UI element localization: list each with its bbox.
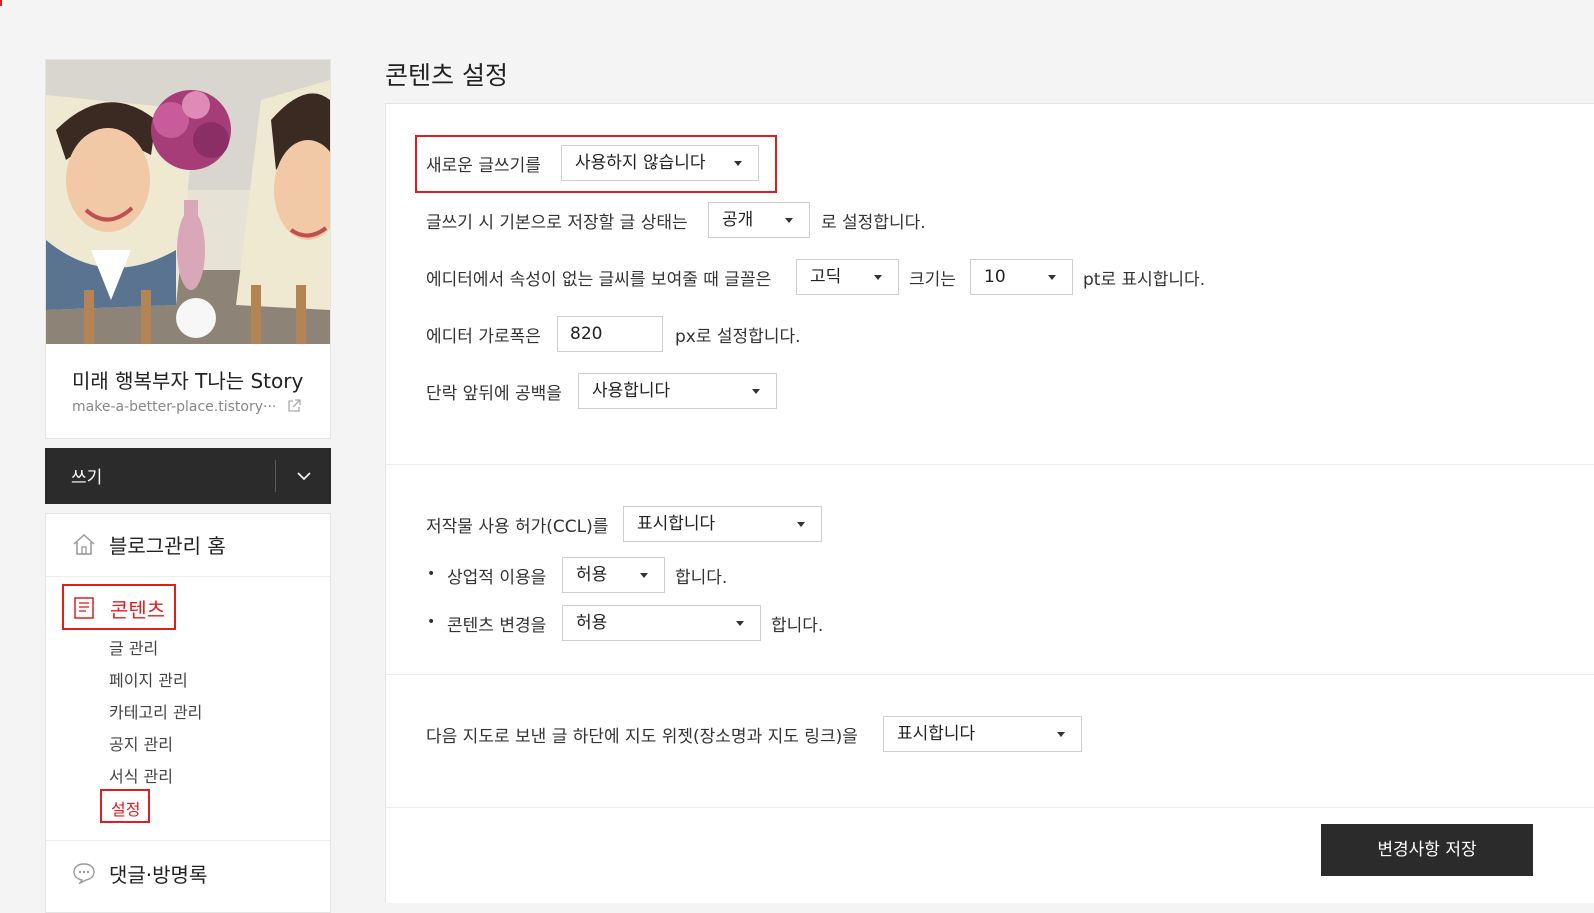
submenu-settings-label: 설정 [111,800,141,819]
modify-select[interactable]: 허용 [562,605,761,641]
default-status-select[interactable]: 공개 [708,202,810,238]
commercial-use-label: 상업적 이용을 [447,568,547,588]
ccl-select[interactable]: 표시합니다 [623,506,822,542]
select-value: 표시합니다 [637,514,716,534]
submenu-template-manage[interactable]: 서식 관리 [109,763,173,787]
editor-width-suffix: px로 설정합니다. [675,327,801,347]
editor-width-input[interactable]: 820 [557,316,663,352]
settings-panel: 새로운 글쓰기를 사용하지 않습니다 글쓰기 시 기본으로 저장할 글 상태는 … [385,103,1594,903]
default-status-suffix: 로 설정합니다. [821,213,926,233]
caret-down-icon [874,275,882,280]
font-label: 에디터에서 속성이 없는 글씨를 보여줄 때 글꼴은 [426,270,772,290]
menu-item-label: 댓글·방명록 [109,863,208,887]
commercial-use-suffix: 합니다. [675,568,728,588]
save-changes-button[interactable]: 변경사항 저장 [1321,824,1533,876]
corner-mark [0,0,2,6]
select-value: 공개 [722,210,754,230]
section-divider [386,674,1594,675]
ccl-label: 저작물 사용 허가(CCL)를 [426,517,609,537]
default-status-label: 글쓰기 시 기본으로 저장할 글 상태는 [426,213,688,233]
menu-item-label: 콘텐츠 [110,598,166,622]
blog-title[interactable]: 미래 행복부자 T나는 Story [72,365,303,394]
chevron-down-icon [296,472,311,480]
document-icon [74,597,94,623]
section-divider [386,807,1594,808]
write-button[interactable]: 쓰기 [71,463,102,488]
select-value: 사용합니다 [592,381,671,401]
menu-item-contents[interactable]: 콘텐츠 [62,584,176,630]
font-size-select[interactable]: 10 [970,259,1073,295]
profile-photo[interactable] [46,60,330,344]
profile-card: 미래 행복부자 T나는 Story make-a-better-place.ti… [45,59,331,439]
page-title: 콘텐츠 설정 [385,61,508,90]
paragraph-spacing-label: 단락 앞뒤에 공백을 [426,384,562,404]
caret-down-icon [734,161,742,166]
font-size-label: 크기는 [909,270,956,290]
blog-url-text: make-a-better-place.tistory··· [72,399,277,415]
blog-url-link[interactable]: make-a-better-place.tistory··· [72,399,301,417]
font-family-select[interactable]: 고딕 [796,259,899,295]
menu-item-blog-home[interactable]: 블로그관리 홈 [46,514,330,577]
submenu-settings[interactable]: 설정 [100,789,150,823]
map-widget-label: 다음 지도로 보낸 글 하단에 지도 위젯(장소명과 지도 링크)을 [426,727,858,747]
modify-label: 콘텐츠 변경을 [447,616,547,636]
write-bar: 쓰기 [45,448,331,504]
menu-item-label: 블로그관리 홈 [109,534,226,558]
select-value: 표시합니다 [897,724,976,744]
caret-down-icon [736,621,744,626]
submenu-page-manage[interactable]: 페이지 관리 [109,667,188,691]
caret-down-icon [640,573,648,578]
select-value: 고딕 [810,267,842,287]
submenu-post-manage[interactable]: 글 관리 [109,635,158,659]
paragraph-spacing-select[interactable]: 사용합니다 [578,373,777,409]
new-editor-label: 새로운 글쓰기를 [426,156,541,176]
caret-down-icon [1048,275,1056,280]
submenu-category-manage[interactable]: 카테고리 관리 [109,699,202,723]
bullet: • [427,614,436,630]
home-icon [72,532,96,560]
menu-divider [46,840,330,841]
caret-down-icon [785,218,793,223]
submenu-notice-manage[interactable]: 공지 관리 [109,731,173,755]
write-dropdown-toggle[interactable] [276,448,331,504]
select-value: 10 [984,267,1006,287]
select-value: 허용 [576,613,608,633]
select-value: 허용 [576,565,608,585]
modify-suffix: 합니다. [771,616,824,636]
bullet: • [427,566,436,582]
commercial-use-select[interactable]: 허용 [562,557,665,593]
select-value: 사용하지 않습니다 [575,153,706,173]
map-widget-select[interactable]: 표시합니다 [883,716,1082,752]
external-link-icon[interactable] [287,399,301,417]
section-divider [386,464,1594,465]
caret-down-icon [1057,732,1065,737]
admin-menu: 블로그관리 홈 콘텐츠 글 관리 페이지 관리 카테고리 관리 공지 관리 서식… [45,513,331,913]
font-suffix: pt로 표시합니다. [1083,270,1206,290]
caret-down-icon [752,389,760,394]
new-editor-select[interactable]: 사용하지 않습니다 [561,145,759,181]
caret-down-icon [797,522,805,527]
speech-bubble-icon [72,862,96,888]
editor-width-label: 에디터 가로폭은 [426,327,541,347]
